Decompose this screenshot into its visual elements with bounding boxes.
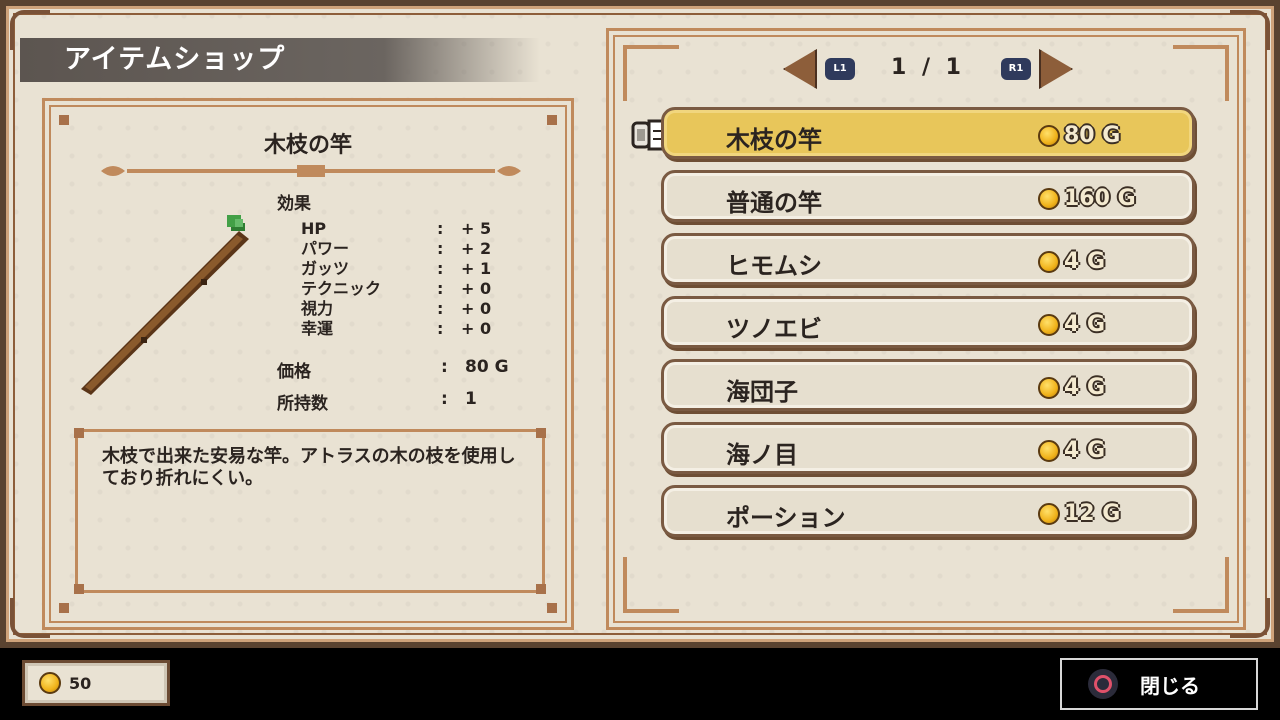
shop-item-name: ツノエビ: [726, 315, 822, 343]
close-button-label: 閉じる: [1140, 673, 1200, 698]
panel-decoration: [59, 115, 69, 125]
description-box: 木枝で出来た安易な竿。アトラスの木の枝を使用しており折れにくい。: [74, 428, 546, 594]
wallet-display: 50: [22, 660, 170, 706]
shop-item-price: 4 G: [1038, 438, 1105, 463]
stat-row: 視力: + 0: [301, 299, 521, 319]
item-description: 木枝で出来た安易な竿。アトラスの木の枝を使用しており折れにくい。: [102, 446, 516, 489]
stat-name: 視力: [301, 299, 334, 318]
shop-list-panel: L1 1 / 1 R1 木枝の竿 80 G 普通の竿 160 G ヒモムシ 4 …: [606, 28, 1246, 630]
stat-value: + 0: [461, 319, 492, 338]
ornament-divider: [101, 165, 521, 177]
shop-item-name: 海ノ目: [726, 441, 798, 469]
panel-decoration: [623, 557, 679, 613]
coin-icon: [1038, 124, 1060, 147]
item-detail-panel: 木枝の竿 効果 HP:+ 5 パワー:+ 2 ガッツ:+ 1 テクニック: [42, 98, 574, 630]
wallet-gold: 50: [69, 673, 92, 693]
price-row: 価格 : 80 G: [277, 357, 509, 382]
panel-decoration: [74, 428, 84, 438]
panel-decoration: [74, 584, 84, 594]
stat-row: 幸運: + 0: [301, 319, 521, 339]
shop-item-row[interactable]: 木枝の竿 80 G: [661, 107, 1195, 159]
pager: L1 1 / 1 R1: [783, 47, 1073, 91]
price-label: 価格: [277, 362, 311, 382]
stat-row: ガッツ: + 1: [301, 259, 521, 279]
stat-name: ガッツ: [301, 259, 350, 278]
coin-icon: [1038, 439, 1060, 462]
coin-icon: [1038, 187, 1060, 210]
panel-decoration: [59, 603, 69, 613]
panel-decoration: [1173, 557, 1229, 613]
coin-icon: [1038, 502, 1060, 525]
panel-decoration: [536, 428, 546, 438]
owned-label: 所持数: [277, 394, 328, 414]
panel-decoration: [536, 584, 546, 594]
shop-item-row[interactable]: ヒモムシ 4 G: [661, 233, 1195, 285]
panel-decoration: [547, 603, 557, 613]
coin-icon: [39, 672, 61, 694]
shop-item-name: ヒモムシ: [726, 252, 822, 280]
coin-icon: [1038, 250, 1060, 273]
stat-value: + 1: [461, 259, 492, 278]
page-title: アイテムショップ: [20, 38, 540, 82]
shop-item-name: 海団子: [726, 378, 798, 406]
panel-decoration: [1173, 45, 1229, 101]
shop-item-row[interactable]: ツノエビ 4 G: [661, 296, 1195, 348]
shop-item-price: 4 G: [1038, 249, 1105, 274]
owned-row: 所持数 : 1: [277, 389, 477, 414]
shop-window: アイテムショップ 木枝の竿 効果 HP: + 5 パワー: + 2 ガッツ:…: [0, 0, 1280, 648]
stat-value: + 5: [461, 219, 492, 238]
effects-label: 効果: [277, 194, 311, 214]
close-button[interactable]: 閉じる: [1060, 658, 1258, 710]
item-name: 木枝の竿: [263, 133, 352, 158]
shop-item-name: 木枝の竿: [726, 126, 822, 154]
stat-value: + 0: [461, 279, 492, 298]
shop-item-price: 12 G: [1038, 501, 1120, 526]
stat-name: テクニック: [301, 279, 382, 298]
stat-value: + 2: [461, 239, 492, 258]
stat-name: 幸運: [301, 319, 334, 338]
shop-item-price: 80 G: [1038, 123, 1120, 148]
panel-decoration: [547, 115, 557, 125]
r1-button-icon[interactable]: R1: [1001, 58, 1031, 80]
shop-item-row[interactable]: 普通の竿 160 G: [661, 170, 1195, 222]
shop-item-row[interactable]: 海ノ目 4 G: [661, 422, 1195, 474]
owned-value: 1: [465, 389, 477, 409]
stat-value: + 0: [461, 299, 492, 318]
shop-item-row[interactable]: 海団子 4 G: [661, 359, 1195, 411]
shop-item-price: 4 G: [1038, 375, 1105, 400]
coin-icon: [1038, 376, 1060, 399]
shop-item-row[interactable]: ポーション 12 G: [661, 485, 1195, 537]
shop-item-price: 4 G: [1038, 312, 1105, 337]
panel-decoration: [623, 45, 679, 101]
circle-button-icon: [1088, 669, 1118, 699]
price-value: 80 G: [465, 357, 509, 377]
stat-name: パワー: [301, 239, 350, 258]
stat-name: HP: [301, 219, 327, 238]
stat-row: パワー: + 2: [301, 239, 521, 259]
shop-item-price: 160 G: [1038, 186, 1136, 211]
wooden-rod-icon: [81, 215, 249, 395]
coin-icon: [1038, 313, 1060, 336]
stat-row: HP: + 5: [301, 219, 521, 239]
shop-item-name: ポーション: [726, 504, 846, 532]
stats-list: HP: + 5 パワー: + 2 ガッツ: + 1 テクニック: + 0 視力: + 0 …: [301, 219, 521, 339]
shop-item-name: 普通の竿: [726, 189, 822, 217]
stat-row: テクニック: + 0: [301, 279, 521, 299]
